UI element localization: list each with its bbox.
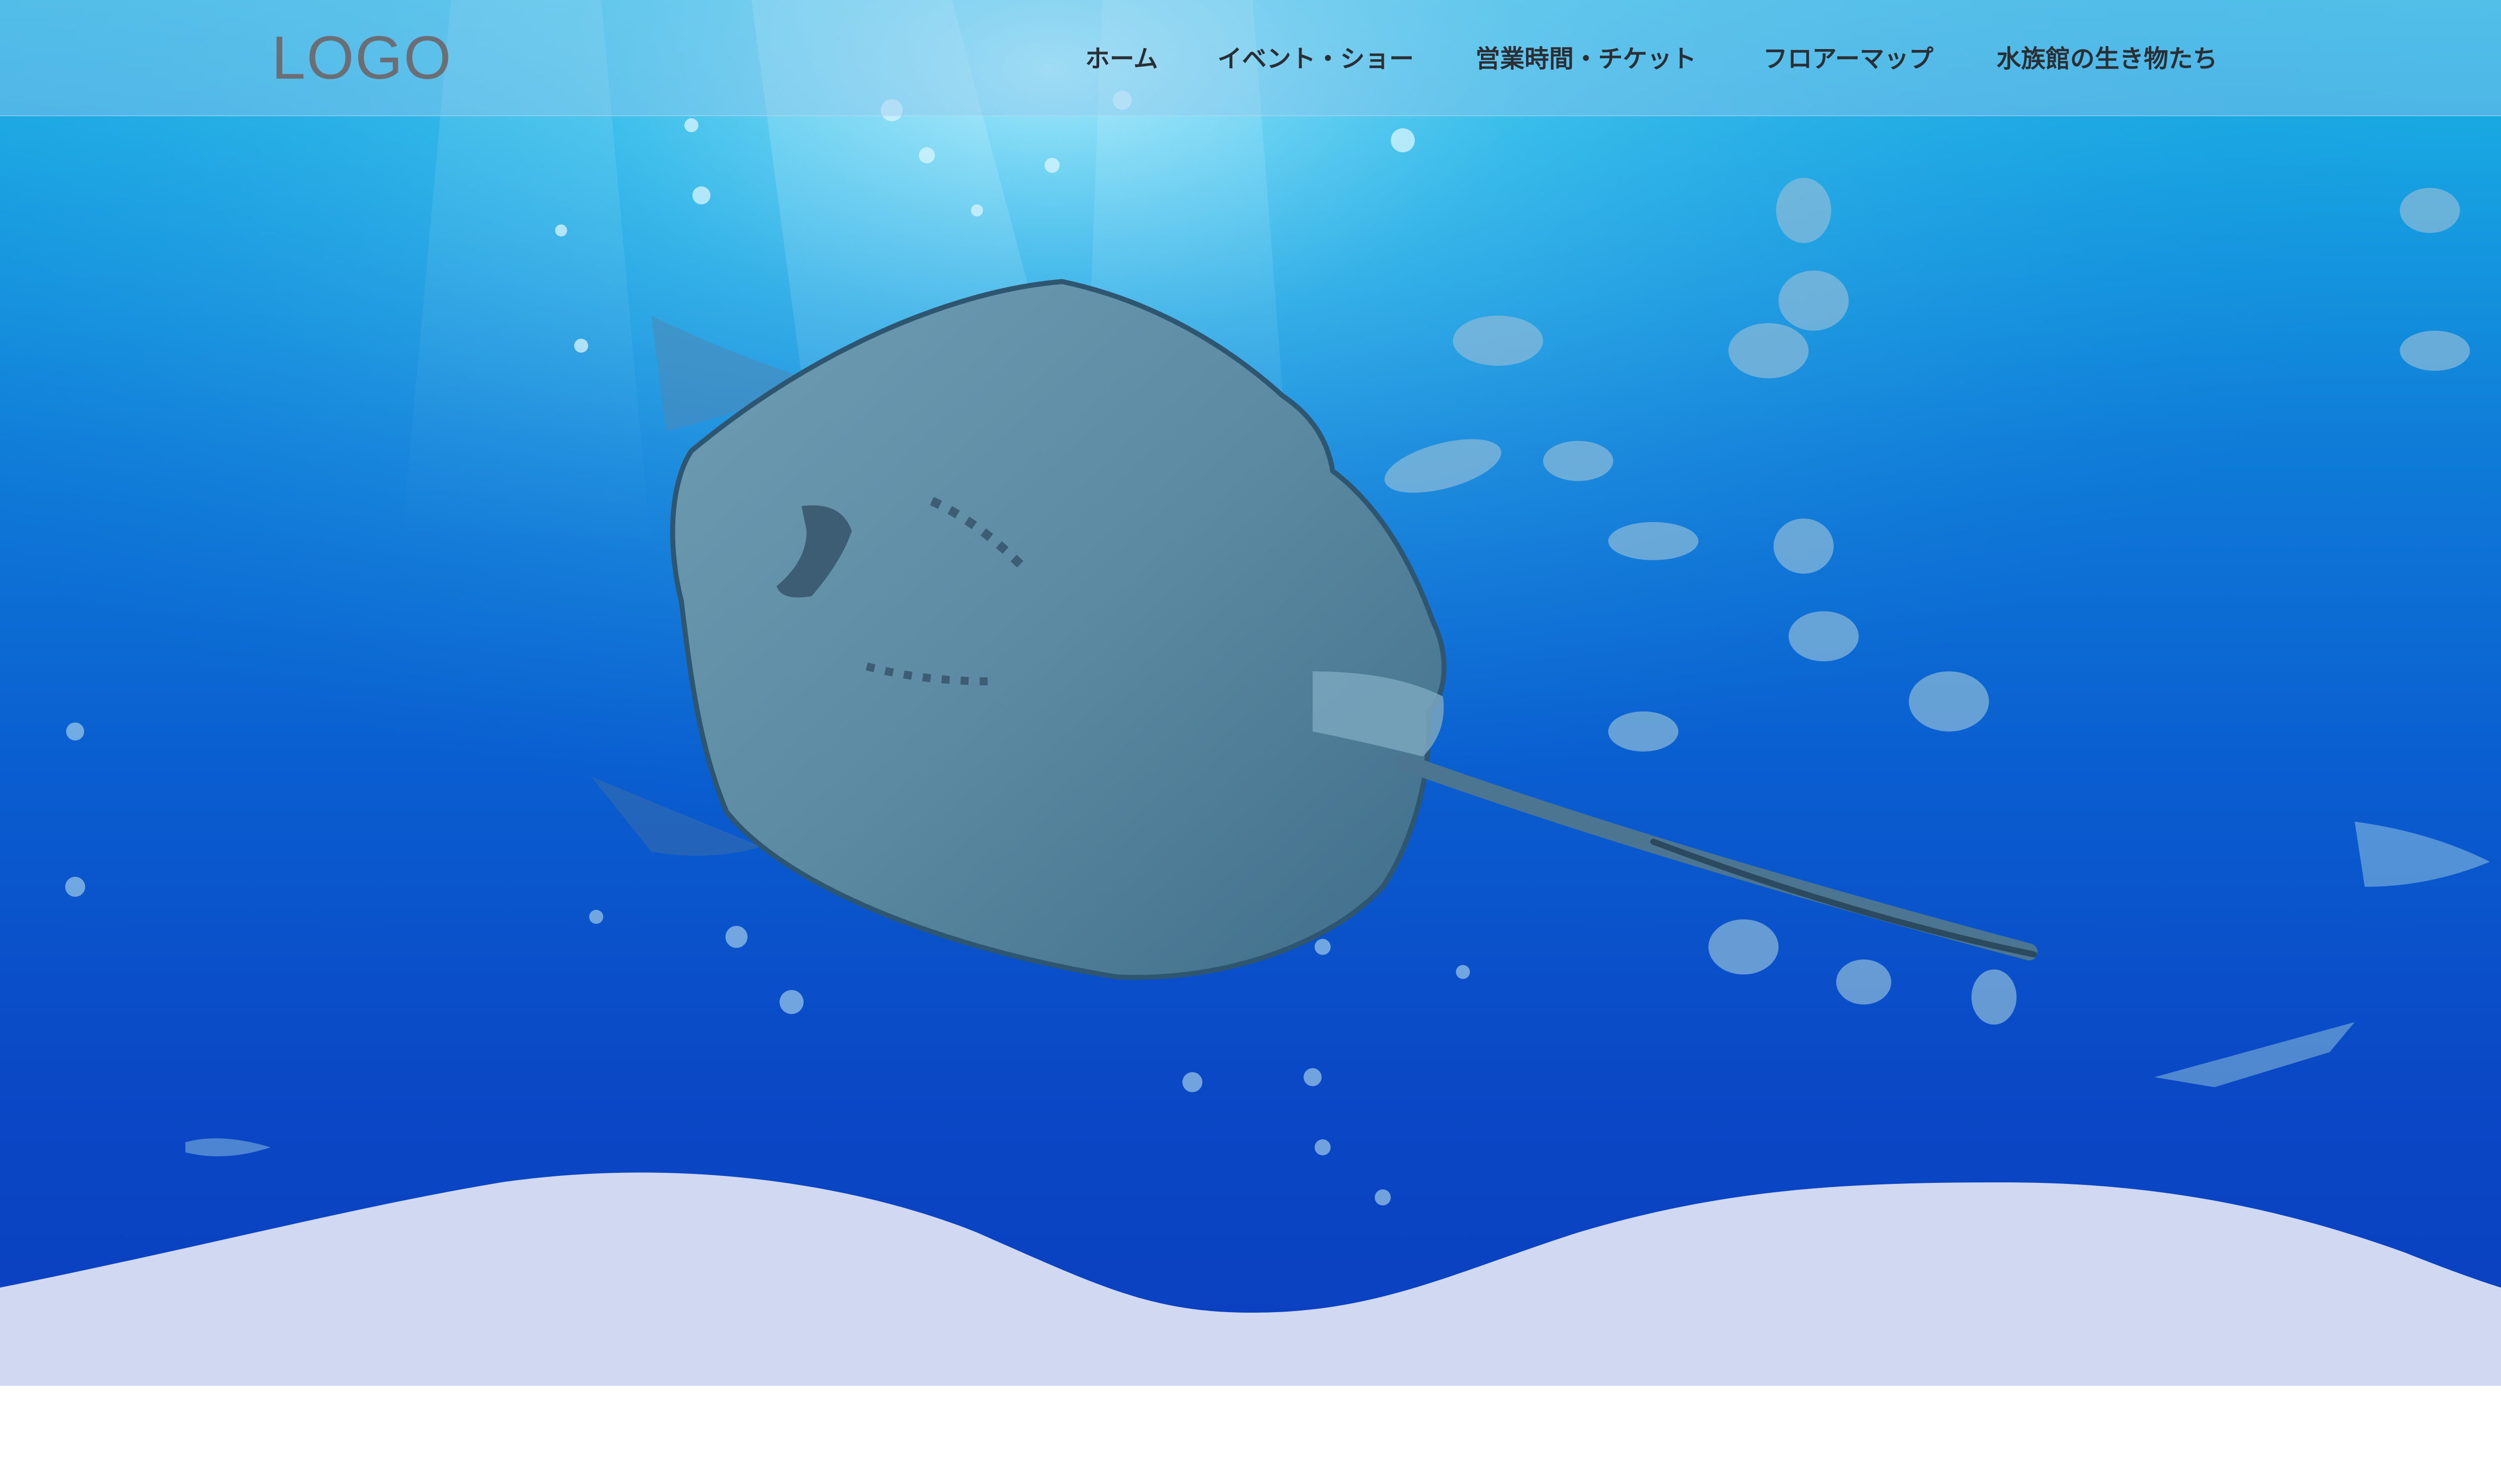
- page-content-area: [0, 1386, 2501, 1484]
- nav-item-hours-tickets[interactable]: 営業時間・チケット: [1475, 39, 1696, 79]
- site-logo[interactable]: LOGO: [272, 23, 452, 93]
- wave-divider: [0, 1172, 2501, 1386]
- hero-image: LOGO ホーム イベント・ショー 営業時間・チケット フロアーマップ 水族館の…: [0, 0, 2501, 1386]
- nav-item-events-shows[interactable]: イベント・ショー: [1217, 39, 1414, 79]
- page: LOGO ホーム イベント・ショー 営業時間・チケット フロアーマップ 水族館の…: [0, 0, 2501, 1484]
- nav-item-aquarium-creatures[interactable]: 水族館の生き物たち: [1996, 39, 2217, 79]
- nav-item-floor-map[interactable]: フロアーマップ: [1763, 39, 1933, 79]
- site-header: LOGO ホーム イベント・ショー 営業時間・チケット フロアーマップ 水族館の…: [0, 0, 2501, 116]
- nav-item-home[interactable]: ホーム: [1085, 39, 1158, 79]
